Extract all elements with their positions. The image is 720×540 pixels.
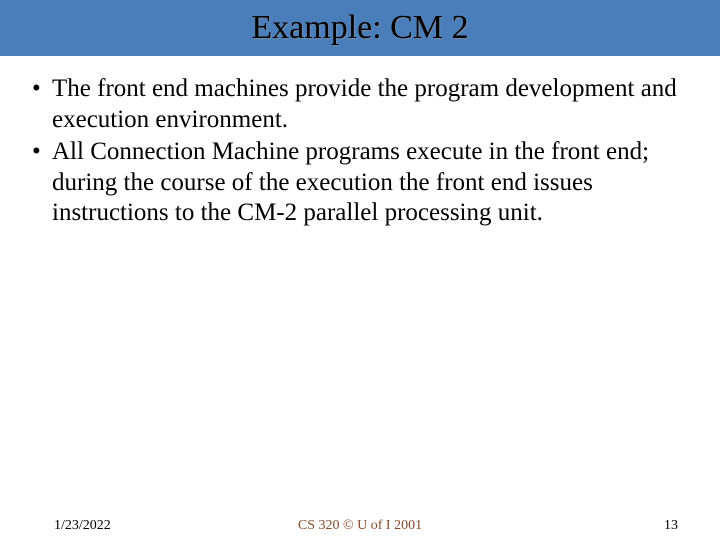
footer-copyright: CS 320 © U of I 2001: [298, 518, 422, 534]
title-bar: Example: CM 2: [0, 0, 720, 56]
footer-date: 1/23/2022: [54, 518, 111, 534]
bullet-item: The front end machines provide the progr…: [28, 74, 692, 135]
bullet-item: All Connection Machine programs execute …: [28, 137, 692, 229]
bullet-list: The front end machines provide the progr…: [28, 74, 692, 229]
footer-page-number: 13: [664, 518, 678, 534]
slide-content: The front end machines provide the progr…: [0, 56, 720, 229]
slide-title: Example: CM 2: [251, 9, 468, 47]
